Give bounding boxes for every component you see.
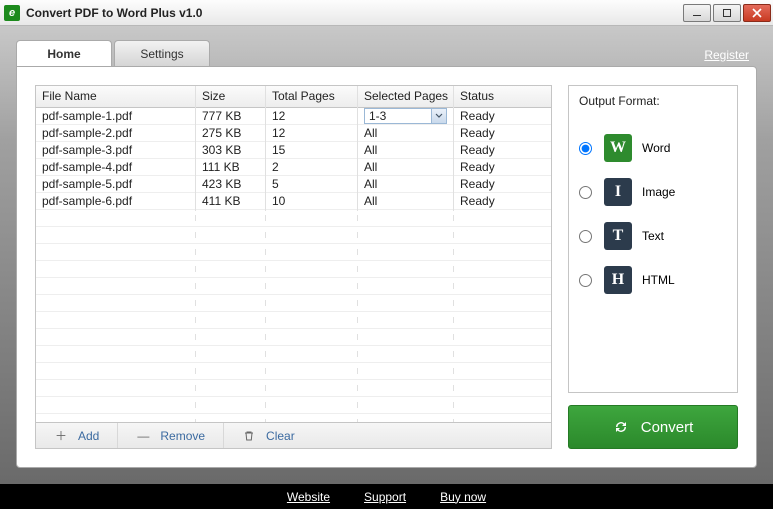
convert-button-label: Convert	[641, 419, 694, 436]
table-row	[36, 244, 551, 261]
refresh-icon	[613, 419, 629, 435]
minimize-button[interactable]	[683, 4, 711, 22]
cell-status: Ready	[454, 191, 551, 211]
table-row	[36, 397, 551, 414]
clear-button-label: Clear	[266, 429, 295, 443]
format-label-image: Image	[642, 185, 675, 199]
format-radio-text[interactable]	[579, 230, 592, 243]
table-row	[36, 329, 551, 346]
close-button[interactable]	[743, 4, 771, 22]
html-icon: H	[604, 266, 632, 294]
table-row	[36, 261, 551, 278]
format-radio-word[interactable]	[579, 142, 592, 155]
footer-link-buynow[interactable]: Buy now	[440, 490, 486, 504]
footer-link-support[interactable]: Support	[364, 490, 406, 504]
cell-selected[interactable]: All	[358, 191, 454, 211]
clear-button[interactable]: Clear	[224, 423, 313, 448]
cell-size: 411 KB	[196, 191, 266, 211]
table-row	[36, 295, 551, 312]
remove-button[interactable]: — Remove	[118, 423, 224, 448]
format-label-word: Word	[642, 141, 670, 155]
col-header-selectedpages[interactable]: Selected Pages	[358, 86, 454, 107]
tab-settings[interactable]: Settings	[114, 40, 210, 66]
add-button[interactable]: ＋ Add	[36, 423, 118, 448]
window-title: Convert PDF to Word Plus v1.0	[26, 6, 202, 20]
col-header-totalpages[interactable]: Total Pages	[266, 86, 358, 107]
add-button-label: Add	[78, 429, 99, 443]
tab-home[interactable]: Home	[16, 40, 112, 66]
table-row	[36, 278, 551, 295]
footer-link-website[interactable]: Website	[287, 490, 330, 504]
table-row	[36, 380, 551, 397]
word-icon: W	[604, 134, 632, 162]
format-radio-image[interactable]	[579, 186, 592, 199]
col-header-status[interactable]: Status	[454, 86, 551, 107]
text-icon: T	[604, 222, 632, 250]
file-table: File Name Size Total Pages Selected Page…	[35, 85, 552, 423]
cell-filename: pdf-sample-6.pdf	[36, 191, 196, 211]
cell-pages: 10	[266, 191, 358, 211]
minus-icon: —	[136, 429, 150, 443]
app-icon: e	[4, 5, 20, 21]
format-option-html[interactable]: H HTML	[579, 266, 727, 294]
table-row	[36, 414, 551, 423]
remove-button-label: Remove	[160, 429, 205, 443]
output-format-panel: Output Format: W Word I Image T Text	[568, 85, 738, 393]
format-label-html: HTML	[642, 273, 675, 287]
table-row	[36, 227, 551, 244]
selected-pages-input[interactable]: 1-3	[364, 108, 447, 124]
register-link[interactable]: Register	[704, 48, 749, 62]
format-option-word[interactable]: W Word	[579, 134, 727, 162]
format-option-image[interactable]: I Image	[579, 178, 727, 206]
table-toolbar: ＋ Add — Remove Clear	[35, 423, 552, 449]
output-format-title: Output Format:	[579, 94, 727, 108]
plus-icon: ＋	[54, 427, 68, 444]
maximize-button[interactable]	[713, 4, 741, 22]
table-row	[36, 312, 551, 329]
titlebar: e Convert PDF to Word Plus v1.0	[0, 0, 773, 26]
table-row	[36, 363, 551, 380]
chevron-down-icon[interactable]	[431, 109, 446, 123]
table-row	[36, 346, 551, 363]
table-row[interactable]: pdf-sample-6.pdf411 KB10AllReady	[36, 193, 551, 210]
table-row	[36, 210, 551, 227]
format-label-text: Text	[642, 229, 664, 243]
main-panel: File Name Size Total Pages Selected Page…	[16, 66, 757, 468]
footer: Website Support Buy now	[0, 484, 773, 509]
col-header-filename[interactable]: File Name	[36, 86, 196, 107]
format-radio-html[interactable]	[579, 274, 592, 287]
col-header-size[interactable]: Size	[196, 86, 266, 107]
image-icon: I	[604, 178, 632, 206]
format-option-text[interactable]: T Text	[579, 222, 727, 250]
trash-icon	[242, 430, 256, 442]
convert-button[interactable]: Convert	[568, 405, 738, 449]
